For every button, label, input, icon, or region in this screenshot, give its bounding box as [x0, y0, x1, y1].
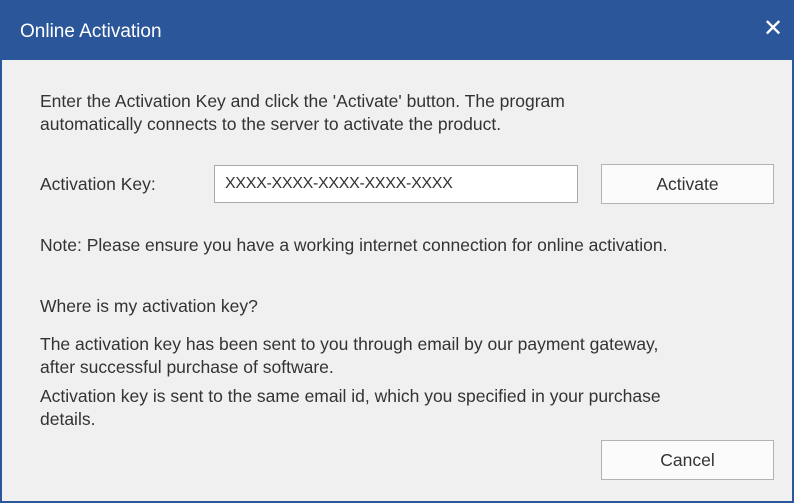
close-icon[interactable]: ✕: [758, 14, 788, 44]
intro-text-line-1: Enter the Activation Key and click the '…: [40, 91, 565, 111]
help-answer-2-line-1: Activation key is sent to the same email…: [40, 386, 661, 406]
help-question: Where is my activation key?: [40, 296, 258, 316]
note-text: Note: Please ensure you have a working i…: [40, 235, 668, 255]
dialog-title: Online Activation: [20, 21, 162, 42]
help-answer-2-line-2: details.: [40, 409, 96, 429]
help-answer-1-line-2: after successful purchase of software.: [40, 357, 334, 377]
title-bar: Online Activation ✕: [2, 0, 794, 60]
help-answer-1-line-1: The activation key has been sent to you …: [40, 334, 659, 354]
activation-key-label: Activation Key:: [40, 174, 156, 194]
intro-text-line-2: automatically connects to the server to …: [40, 114, 502, 134]
online-activation-dialog: Online Activation ✕ Enter the Activation…: [0, 0, 794, 503]
activation-key-input[interactable]: [214, 165, 578, 203]
cancel-button[interactable]: Cancel: [601, 440, 774, 480]
activate-button[interactable]: Activate: [601, 164, 774, 204]
